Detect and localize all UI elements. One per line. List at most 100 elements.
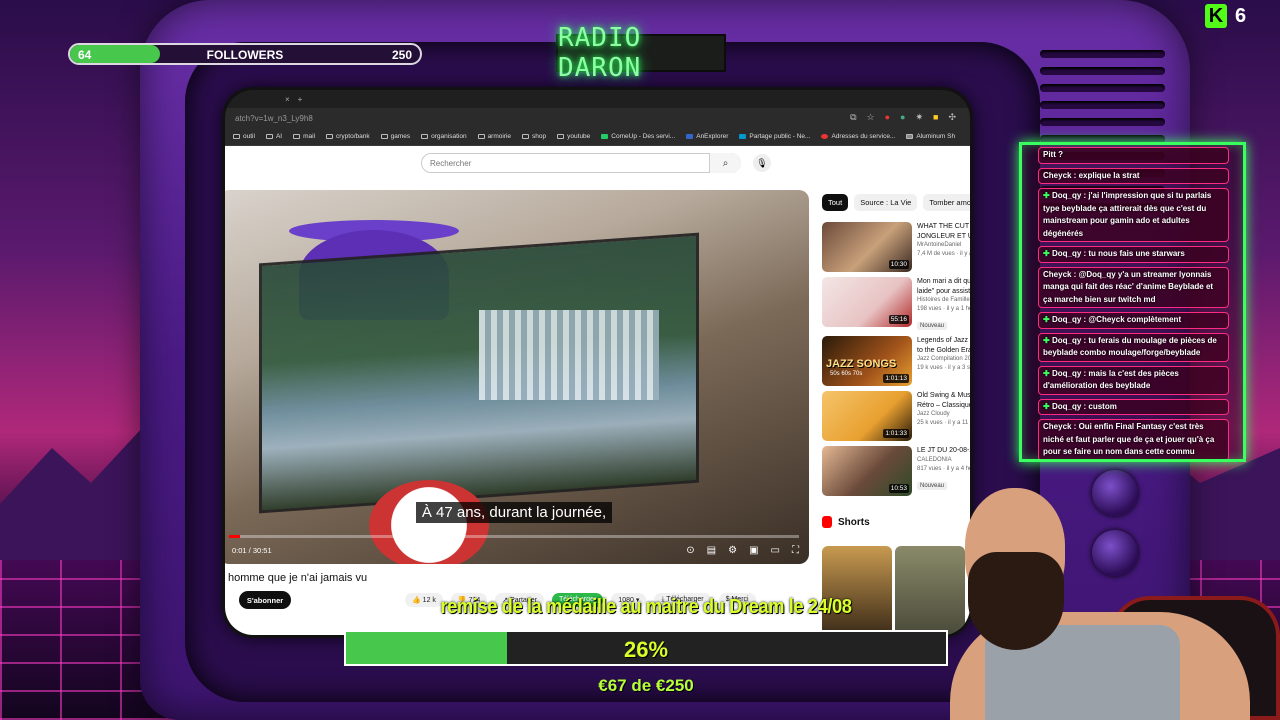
rec-title[interactable]: CALEDONIA bbox=[917, 456, 970, 465]
sub-plus-icon: ✚ bbox=[1043, 249, 1052, 258]
kick-viewers: K 6 bbox=[1205, 4, 1246, 28]
bookmark-item[interactable]: Adresses du service... bbox=[821, 133, 895, 140]
search-icon: ⌕ bbox=[722, 157, 729, 169]
miniplayer-icon[interactable]: ▣ bbox=[749, 545, 758, 556]
rec-title[interactable]: Old Swing & Music bbox=[917, 391, 970, 401]
rec-title[interactable]: JONGLEUR ET UN bbox=[917, 232, 970, 242]
bookmark-item[interactable]: AI bbox=[265, 133, 282, 140]
extensions-puzzle-icon[interactable]: ✣ bbox=[948, 112, 956, 123]
rec-title[interactable]: to the Golden Era bbox=[917, 346, 970, 356]
recommendation-item[interactable]: 1:01:33 Old Swing & Music Rétro – Classi… bbox=[822, 391, 970, 441]
chip-topic[interactable]: Tomber amou bbox=[923, 194, 970, 211]
rec-title[interactable]: Rétro – Classiques bbox=[917, 401, 970, 411]
short-thumbnail[interactable] bbox=[895, 546, 965, 635]
short-thumbnail[interactable] bbox=[822, 546, 892, 635]
chat-message: ✚ Doq_qy : mais la c'est des pièces d'am… bbox=[1038, 365, 1229, 395]
chip-all[interactable]: Tout bbox=[822, 194, 849, 211]
voice-search-button[interactable]: 🎙 bbox=[753, 154, 771, 172]
recommendation-item[interactable]: 55:16 Mon mari a dit qu laide" pour assi… bbox=[822, 277, 970, 330]
rec-title[interactable]: Legends of Jazz & bbox=[917, 336, 970, 346]
kick-logo-icon: K bbox=[1205, 4, 1227, 28]
bookmark-star-icon[interactable]: ☆ bbox=[867, 112, 875, 123]
rec-title[interactable]: Mon mari a dit qu bbox=[917, 277, 970, 287]
settings-gear-icon[interactable]: ⚙ bbox=[728, 545, 737, 556]
video-frame-waterfall bbox=[479, 310, 659, 400]
bookmark-item[interactable]: games bbox=[380, 133, 410, 140]
video-thumbnail[interactable]: 55:16 bbox=[822, 277, 912, 327]
tab-close-icon[interactable]: × bbox=[285, 95, 290, 104]
bookmark-item[interactable]: outil bbox=[233, 133, 255, 140]
bookmark-item[interactable]: crypto/bank bbox=[326, 133, 370, 140]
sub-plus-icon: ✚ bbox=[1043, 401, 1052, 411]
donation-goal-label: remise de la médaille au maitre du Dream… bbox=[440, 596, 852, 618]
subtitles-icon[interactable]: ▤ bbox=[707, 545, 716, 556]
rec-channel: Histoires de Famille F bbox=[917, 297, 970, 303]
streamer-beard bbox=[968, 552, 1064, 650]
url-text[interactable]: atch?v=1w_n3_Ly9h8 bbox=[235, 114, 313, 123]
bookmark-item[interactable]: Partage public - Ne... bbox=[739, 133, 810, 140]
extension-blue-icon[interactable]: ● bbox=[900, 112, 905, 123]
new-tab-icon[interactable]: + bbox=[298, 95, 303, 104]
jazz-thumb-title: JAZZ SONGS bbox=[826, 358, 897, 370]
folder-icon bbox=[265, 134, 273, 139]
search-input[interactable] bbox=[421, 153, 741, 173]
duration-badge: 10:53 bbox=[888, 484, 909, 493]
bookmark-item[interactable]: ComeUp - Des servi... bbox=[601, 133, 675, 140]
video-thumbnail[interactable]: 10:30 bbox=[822, 222, 912, 272]
followers-label: FOLLOWERS bbox=[206, 48, 284, 62]
bookmark-item[interactable]: AnExplorer bbox=[686, 133, 728, 140]
donation-amount: €67 de €250 bbox=[598, 676, 694, 695]
recommendation-item[interactable]: 10:53 LE JT DU 20-08-2 CALEDONIA 817 vue… bbox=[822, 446, 970, 496]
extension-red-icon[interactable]: ● bbox=[885, 112, 890, 123]
anexplorer-icon bbox=[686, 134, 694, 139]
video-thumbnail[interactable]: 10:53 bbox=[822, 446, 912, 496]
search-button[interactable]: ⌕ bbox=[709, 153, 741, 173]
screenshot-icon[interactable]: ⧉ bbox=[850, 112, 856, 123]
shorts-section-title: Shorts bbox=[822, 516, 870, 528]
rec-meta: 198 vues · il y a 1 heu bbox=[917, 306, 970, 312]
rec-title[interactable]: WHAT THE CUT # bbox=[917, 222, 970, 232]
autoplay-toggle[interactable]: ⊙ bbox=[686, 545, 694, 556]
video-thumbnail[interactable]: JAZZ SONGS 50s 60s 70s 1:01:13 bbox=[822, 336, 912, 386]
recommendation-item[interactable]: JAZZ SONGS 50s 60s 70s 1:01:13 Legends o… bbox=[822, 336, 970, 386]
folder-icon bbox=[557, 134, 565, 139]
folder-icon bbox=[477, 134, 485, 139]
viewer-count: 6 bbox=[1235, 4, 1247, 27]
fullscreen-icon[interactable]: ⛶ bbox=[792, 545, 799, 556]
followers-target: 250 bbox=[391, 48, 412, 62]
partage-icon bbox=[739, 134, 747, 139]
comeup-icon bbox=[601, 134, 609, 139]
bookmark-item[interactable]: Aluminum Sh bbox=[906, 133, 955, 140]
extension-gear-icon[interactable]: ✷ bbox=[915, 112, 923, 123]
folder-icon bbox=[380, 134, 388, 139]
bookmark-item[interactable]: youtube bbox=[557, 133, 590, 140]
video-progress-bar[interactable] bbox=[229, 535, 799, 538]
rec-title[interactable]: laide" pour assist bbox=[917, 287, 970, 297]
bookmark-item[interactable]: organisation bbox=[421, 133, 467, 140]
rec-meta: 19 k vues · il y a 3 se bbox=[917, 365, 970, 371]
chat-message: Cheyck : Oui enfin Final Fantasy c'est t… bbox=[1038, 419, 1229, 459]
address-bar[interactable]: atch?v=1w_n3_Ly9h8 ⧉ ☆ ● ● ✷ ■ ✣ bbox=[225, 108, 970, 128]
bookmark-item[interactable]: shop bbox=[522, 133, 546, 140]
chat-overlay: Pitt ? Cheyck : explique la strat ✚ Doq_… bbox=[1019, 142, 1246, 462]
map-pin-icon bbox=[821, 134, 829, 139]
rec-channel: Jazz Cloudy bbox=[917, 411, 950, 417]
tv-knob-top bbox=[1092, 470, 1138, 516]
theater-mode-icon[interactable]: ▭ bbox=[771, 545, 780, 556]
chip-source[interactable]: Source : La Vie bbox=[854, 194, 918, 211]
recommendation-item[interactable]: 10:30 WHAT THE CUT # JONGLEUR ET UN MrAn… bbox=[822, 222, 970, 272]
rec-title[interactable]: LE JT DU 20-08-2 bbox=[917, 446, 970, 456]
jazz-thumb-sub: 50s 60s 70s bbox=[830, 371, 863, 377]
chat-message: Cheyck : explique la strat bbox=[1038, 167, 1229, 184]
chat-message: ✚ Doq_qy : @Cheyck complètement bbox=[1038, 312, 1229, 329]
video-player[interactable]: À 47 ans, durant la journée, 0:01 / 30:5… bbox=[225, 190, 809, 564]
bookmark-item[interactable]: armoirie bbox=[477, 133, 511, 140]
sub-plus-icon: ✚ bbox=[1043, 335, 1052, 345]
tv-screen: × + atch?v=1w_n3_Ly9h8 ⧉ ☆ ● ● ✷ ■ ✣ out… bbox=[225, 90, 970, 635]
extension-yellow-icon[interactable]: ■ bbox=[933, 112, 938, 123]
bookmark-item[interactable]: mail bbox=[293, 133, 315, 140]
duration-badge: 1:01:13 bbox=[883, 374, 909, 383]
video-thumbnail[interactable]: 1:01:33 bbox=[822, 391, 912, 441]
folder-icon bbox=[522, 134, 530, 139]
subscribe-button[interactable]: S'abonner bbox=[239, 591, 291, 609]
